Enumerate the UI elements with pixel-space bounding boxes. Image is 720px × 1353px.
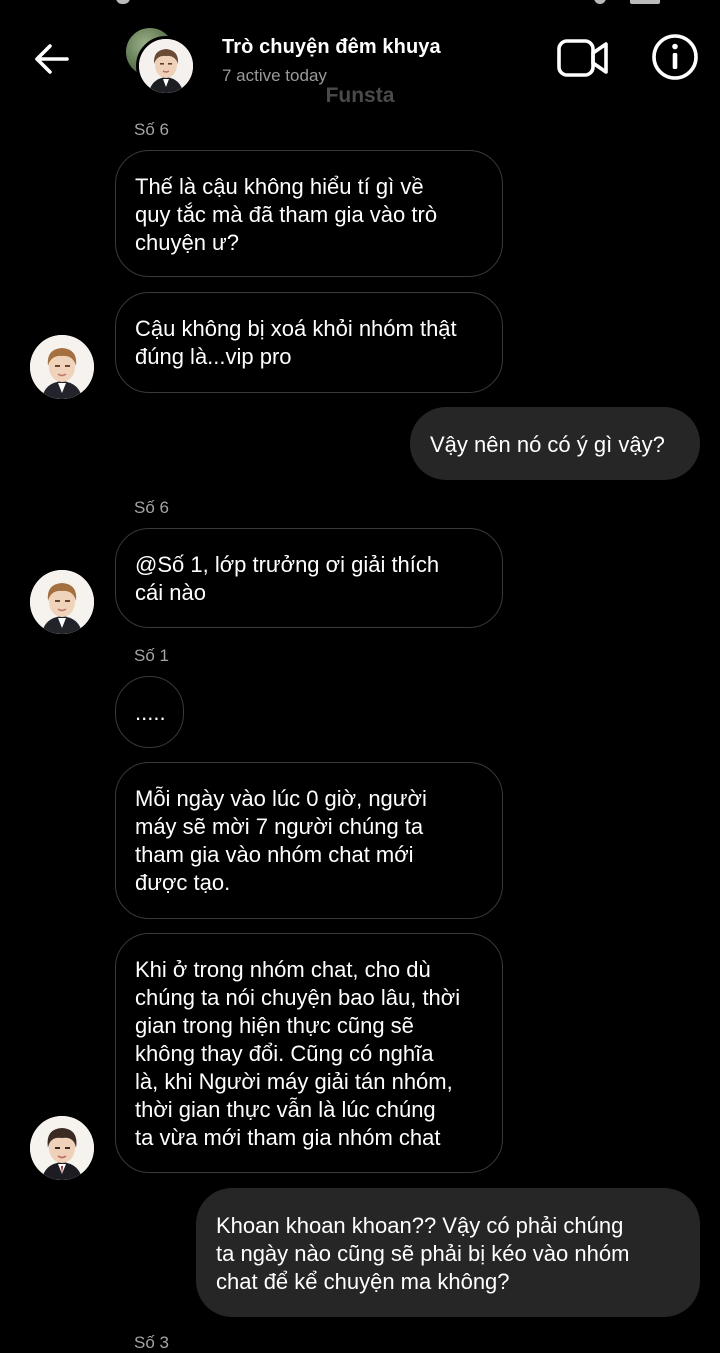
info-button[interactable] <box>650 32 700 82</box>
active-status: 7 active today <box>222 66 327 85</box>
sender-avatar[interactable] <box>30 1116 94 1180</box>
sender-name: Số 6 <box>134 120 169 139</box>
video-camera-icon <box>557 39 608 77</box>
app-watermark: Funsta <box>325 84 395 107</box>
incoming-message[interactable]: Khi ở trong nhóm chat, cho dù chúng ta n… <box>115 933 503 1173</box>
sender-name: Số 1 <box>134 646 169 665</box>
outgoing-message[interactable]: Vậy nên nó có ý gì vậy? <box>410 407 700 480</box>
chat-header: Trò chuyện đêm khuya 7 active today Funs… <box>0 0 720 110</box>
sender-name: Số 6 <box>134 498 169 517</box>
arrow-left-icon <box>35 44 69 74</box>
video-call-button[interactable] <box>556 36 612 80</box>
sender-avatar[interactable] <box>30 335 94 399</box>
incoming-message[interactable]: Mỗi ngày vào lúc 0 giờ, người máy sẽ mời… <box>115 762 503 919</box>
incoming-message[interactable]: @Số 1, lớp trưởng ơi giải thích cái nào <box>115 528 503 628</box>
incoming-message[interactable]: Thế là cậu không hiểu tí gì về quy tắc m… <box>115 150 503 277</box>
back-button[interactable] <box>28 36 74 82</box>
incoming-message[interactable]: Cậu không bị xoá khỏi nhóm thật đúng là.… <box>115 292 503 393</box>
outgoing-message[interactable]: Khoan khoan khoan?? Vậy có phải chúng ta… <box>196 1188 700 1317</box>
incoming-message[interactable]: ..... <box>115 676 184 748</box>
sender-name: Số 3 <box>134 1333 169 1352</box>
sender-avatar[interactable] <box>30 570 94 634</box>
info-circle-icon <box>652 34 698 80</box>
chat-title[interactable]: Trò chuyện đêm khuya <box>222 36 441 59</box>
